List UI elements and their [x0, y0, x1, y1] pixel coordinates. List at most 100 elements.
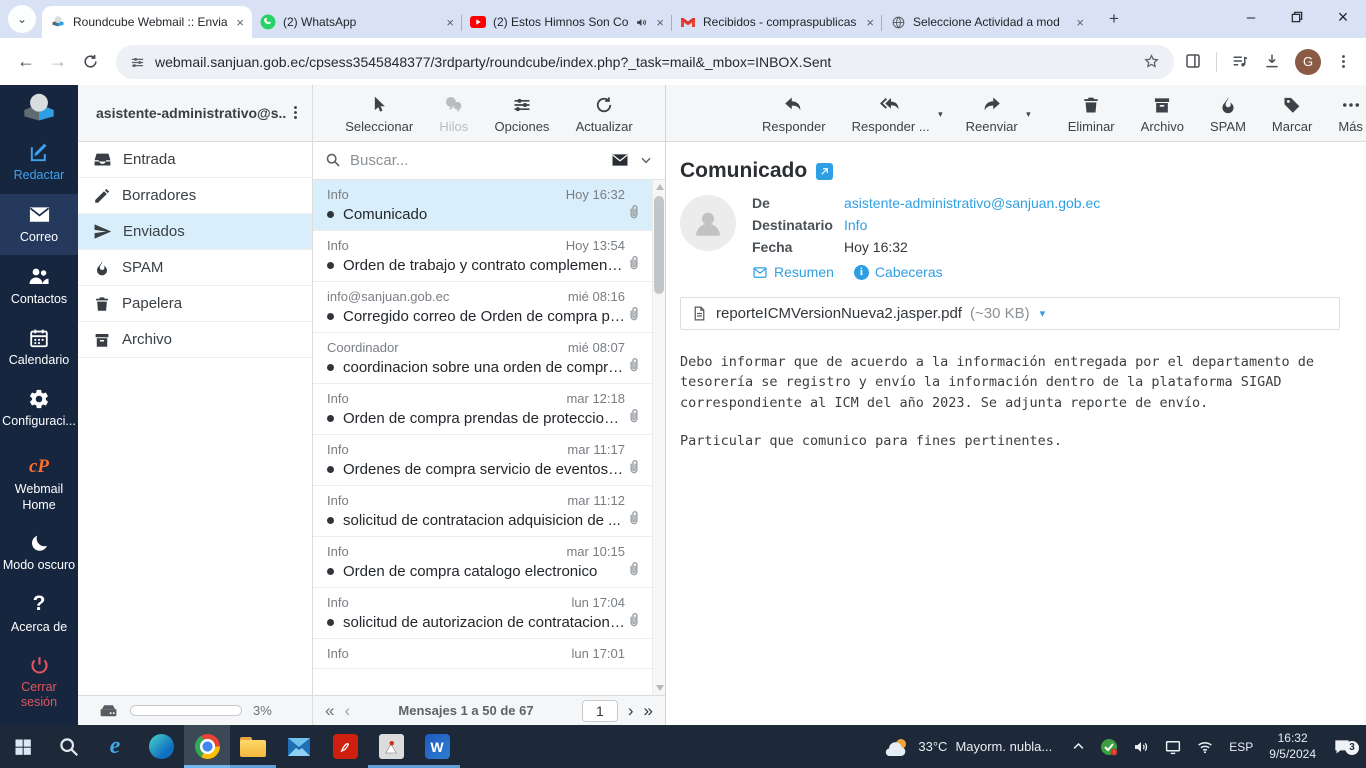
tray-chevron-up-icon[interactable]: [1064, 739, 1093, 754]
account-header[interactable]: asistente-administrativo@s...: [78, 85, 312, 142]
select-button[interactable]: Seleccionar: [345, 95, 413, 134]
more-button[interactable]: Más: [1338, 95, 1363, 134]
delete-button[interactable]: Eliminar: [1068, 95, 1115, 134]
close-tab-icon[interactable]: ×: [446, 15, 454, 30]
action-center-button[interactable]: 3: [1324, 737, 1366, 757]
minimize-button[interactable]: –: [1228, 0, 1274, 34]
start-button[interactable]: [0, 725, 46, 768]
message-row[interactable]: Coordinador mié 08:07 coordinacion sobre …: [313, 333, 665, 384]
close-tab-icon[interactable]: ×: [866, 15, 874, 30]
message-row[interactable]: Info mar 11:12 solicitud de contratacion …: [313, 486, 665, 537]
list-scrollbar[interactable]: [652, 180, 665, 695]
close-window-button[interactable]: ×: [1320, 0, 1366, 34]
tab-actividad[interactable]: Seleccione Actividad a mod ×: [882, 6, 1092, 38]
page-number-input[interactable]: [581, 699, 618, 722]
attachment-menu-caret-icon[interactable]: ▾: [1040, 307, 1046, 320]
url-text[interactable]: webmail.sanjuan.gob.ec/cpsess3545848377/…: [155, 54, 1143, 70]
spam-button[interactable]: SPAM: [1210, 95, 1246, 134]
headers-link[interactable]: i Cabeceras: [853, 264, 943, 280]
address-bar[interactable]: webmail.sanjuan.gob.ec/cpsess3545848377/…: [116, 44, 1174, 79]
scrollbar-thumb[interactable]: [654, 196, 664, 294]
dropdown-caret-icon[interactable]: ▾: [1026, 109, 1031, 120]
message-row[interactable]: Info lun 17:04 solicitud de autorizacion …: [313, 588, 665, 639]
scroll-up-icon[interactable]: [656, 184, 664, 190]
account-menu-icon[interactable]: [287, 104, 304, 122]
rail-item-compose[interactable]: Redactar: [0, 132, 78, 194]
display-tray-icon[interactable]: [1157, 738, 1189, 756]
language-indicator[interactable]: ESP: [1221, 740, 1261, 754]
rail-item-contacts[interactable]: Contactos: [0, 255, 78, 318]
rail-item-mail[interactable]: Correo: [0, 193, 78, 256]
threads-button[interactable]: Hilos: [439, 94, 468, 134]
message-row[interactable]: Info Hoy 13:54 Orden de trabajo y contrat…: [313, 231, 665, 282]
folder-drafts[interactable]: Borradores: [78, 178, 312, 214]
search-options-chevron-icon[interactable]: [639, 152, 653, 170]
word-button[interactable]: W: [414, 725, 460, 768]
message-row[interactable]: info@sanjuan.gob.ec mié 08:16 Corregido c…: [313, 282, 665, 333]
summary-link[interactable]: Resumen: [752, 264, 834, 280]
attachment-bar[interactable]: reporteICMVersionNueva2.jasper.pdf (~30 …: [680, 297, 1340, 330]
folder-archive[interactable]: Archivo: [78, 322, 312, 358]
internet-explorer-icon[interactable]: e: [92, 725, 138, 768]
edge-icon[interactable]: [138, 725, 184, 768]
forward-button[interactable]: →: [42, 46, 74, 78]
forward-button[interactable]: Reenviar ▾: [966, 94, 1031, 134]
downloads-icon[interactable]: [1263, 52, 1281, 70]
restore-button[interactable]: [1274, 0, 1320, 34]
message-row[interactable]: Info mar 11:17 Ordenes de compra servicio…: [313, 435, 665, 486]
close-tab-icon[interactable]: ×: [236, 15, 244, 30]
to-address[interactable]: Info: [844, 217, 867, 233]
prev-page-button[interactable]: ‹: [344, 702, 350, 719]
search-input[interactable]: [350, 152, 601, 169]
message-row[interactable]: Info mar 12:18 Orden de compra prendas de…: [313, 384, 665, 435]
mark-button[interactable]: Marcar: [1272, 95, 1312, 134]
reply-all-button[interactable]: Responder ... ▾: [852, 94, 943, 134]
scroll-down-icon[interactable]: [656, 685, 664, 691]
antivirus-tray-icon[interactable]: !: [1093, 738, 1125, 756]
taskbar-search-button[interactable]: [46, 725, 92, 768]
folder-trash[interactable]: Papelera: [78, 286, 312, 322]
tab-audio-icon[interactable]: [635, 16, 648, 29]
profile-avatar[interactable]: G: [1295, 48, 1321, 75]
options-button[interactable]: Opciones: [495, 95, 549, 134]
tab-youtube[interactable]: (2) Estos Himnos Son Co ×: [462, 6, 672, 38]
playlist-extension-icon[interactable]: [1231, 52, 1249, 70]
last-page-button[interactable]: »: [644, 702, 653, 719]
from-address[interactable]: asistente-administrativo@sanjuan.gob.ec: [844, 195, 1100, 211]
new-tab-button[interactable]: +: [1100, 5, 1128, 33]
search-scope-mail-icon[interactable]: [610, 151, 630, 169]
site-settings-icon[interactable]: [130, 53, 145, 70]
bookmark-star-icon[interactable]: [1143, 53, 1160, 71]
dropdown-caret-icon[interactable]: ▾: [938, 109, 943, 120]
tab-roundcube[interactable]: Roundcube Webmail :: Envia ×: [42, 6, 252, 38]
next-page-button[interactable]: ›: [628, 702, 634, 719]
tab-search-button[interactable]: ⌄: [8, 5, 36, 33]
message-row[interactable]: Info lun 17:01: [313, 639, 665, 669]
taskbar-clock[interactable]: 16:32 9/5/2024: [1261, 731, 1324, 762]
mail-app-button[interactable]: [276, 725, 322, 768]
attachment-name[interactable]: reporteICMVersionNueva2.jasper.pdf: [716, 305, 962, 322]
weather-widget[interactable]: 33°C Mayorm. nubla...: [870, 736, 1064, 758]
tab-gmail[interactable]: Recibidos - compraspublicas ×: [672, 6, 882, 38]
rail-item-webmail-home[interactable]: cP Webmail Home: [0, 447, 78, 523]
close-tab-icon[interactable]: ×: [1076, 15, 1084, 30]
first-page-button[interactable]: «: [325, 702, 334, 719]
acrobat-button[interactable]: [322, 725, 368, 768]
reply-button[interactable]: Responder: [762, 94, 826, 134]
side-panel-icon[interactable]: [1184, 52, 1202, 70]
message-row[interactable]: Info mar 10:15 Orden de compra catalogo e…: [313, 537, 665, 588]
back-button[interactable]: ←: [10, 46, 42, 78]
rail-item-dark-mode[interactable]: Modo oscuro: [0, 524, 78, 584]
open-in-new-window-icon[interactable]: [816, 162, 834, 180]
rail-item-about[interactable]: ? Acerca de: [0, 583, 78, 646]
java-app-button[interactable]: [368, 725, 414, 768]
volume-tray-icon[interactable]: [1125, 738, 1157, 756]
rail-item-settings[interactable]: Configuraci...: [0, 379, 78, 440]
rail-item-calendar[interactable]: Calendario: [0, 318, 78, 379]
reload-button[interactable]: [74, 46, 106, 78]
browser-menu-icon[interactable]: [1335, 53, 1352, 71]
folder-sent[interactable]: Enviados: [78, 214, 312, 250]
file-explorer-button[interactable]: [230, 725, 276, 768]
rail-item-logout[interactable]: Cerrar sesión: [0, 646, 78, 725]
close-tab-icon[interactable]: ×: [656, 15, 664, 30]
